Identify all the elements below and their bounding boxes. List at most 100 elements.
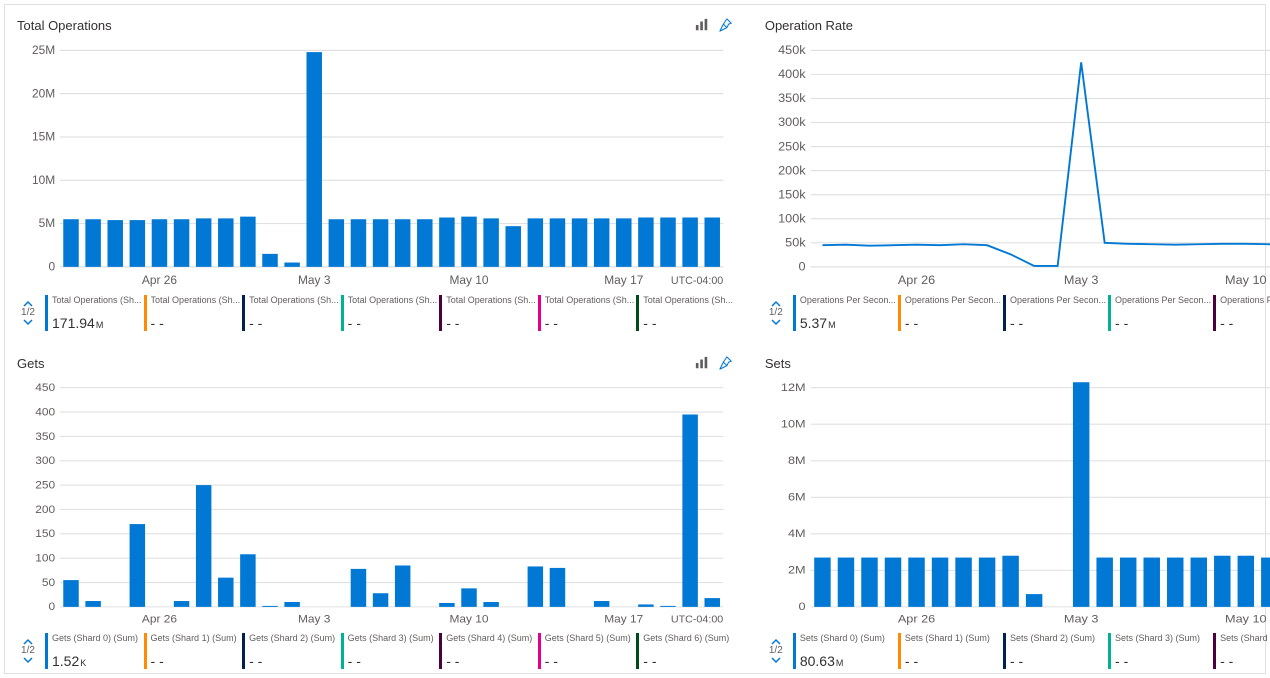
pin-button[interactable] — [719, 356, 733, 370]
svg-text:Apr 26: Apr 26 — [142, 614, 177, 626]
legend-item[interactable]: Total Operations (Sh... - - — [439, 295, 536, 331]
legend-value: - - — [249, 315, 339, 331]
view-chart-button[interactable] — [695, 18, 709, 32]
pin-button[interactable] — [719, 18, 733, 32]
svg-text:0: 0 — [798, 260, 805, 274]
legend-item[interactable]: Operations Per Secon... 5.37M — [793, 295, 896, 331]
chart-area[interactable]: 050k100k150k200k250k300k350k400k450kApr … — [765, 43, 1270, 289]
legend-value: - - — [545, 653, 635, 669]
panel-header: Total Operations — [17, 15, 733, 35]
svg-text:Apr 26: Apr 26 — [142, 273, 177, 287]
legend-value: - - — [545, 315, 635, 331]
legend-item[interactable]: Gets (Shard 4) (Sum) - - — [439, 633, 536, 669]
legend-item[interactable]: Gets (Shard 1) (Sum) - - — [144, 633, 241, 669]
legend-item[interactable]: Gets (Shard 3) (Sum) - - — [341, 633, 438, 669]
legend-label: Total Operations (Sh... — [446, 295, 536, 305]
chevron-down-icon[interactable] — [771, 656, 781, 664]
legend-value: - - — [905, 653, 1001, 669]
legend-label: Gets (Shard 1) (Sum) — [151, 633, 241, 643]
legend-item[interactable]: Gets (Shard 2) (Sum) - - — [242, 633, 339, 669]
legend-item[interactable]: Sets (Shard 4) (Sum) - - — [1213, 633, 1270, 669]
legend-item[interactable]: Total Operations (Sh... - - — [144, 295, 241, 331]
legend-value: - - — [348, 315, 438, 331]
svg-text:150k: 150k — [778, 188, 806, 202]
svg-text:15M: 15M — [32, 129, 55, 143]
svg-text:100k: 100k — [778, 212, 806, 226]
svg-text:UTC-04:00: UTC-04:00 — [671, 275, 723, 287]
legend-item[interactable]: Operations Per Secon... - - — [1108, 295, 1211, 331]
panel-total-operations: Total Operations 05M10M15M20M25MApr 26Ma… — [5, 5, 745, 335]
svg-text:0: 0 — [798, 600, 805, 613]
svg-text:6M: 6M — [788, 490, 806, 503]
legend-label: Total Operations (Sh... — [249, 295, 339, 305]
svg-text:350k: 350k — [778, 91, 806, 105]
chevron-down-icon[interactable] — [771, 318, 781, 326]
svg-text:10M: 10M — [32, 173, 55, 187]
legend-item[interactable]: Total Operations (Sh... - - — [538, 295, 635, 331]
dashboard-grid: Total Operations 05M10M15M20M25MApr 26Ma… — [4, 4, 1266, 674]
legend-item[interactable]: Sets (Shard 2) (Sum) - - — [1003, 633, 1106, 669]
legend-row: 1/2 Sets (Shard 0) (Sum) 80.63M Sets (Sh… — [765, 633, 1270, 669]
legend-label: Gets (Shard 5) (Sum) — [545, 633, 635, 643]
legend-label: Operations Per Secon... — [800, 295, 896, 305]
svg-text:May 10: May 10 — [1225, 612, 1267, 625]
svg-text:May 17: May 17 — [604, 614, 643, 626]
legend-item[interactable]: Operations Per Secon... - - — [898, 295, 1001, 331]
legend-item[interactable]: Total Operations (Sh... - - — [341, 295, 438, 331]
legend-row: 1/2 Operations Per Secon... 5.37M Operat… — [765, 295, 1270, 331]
legend-item[interactable]: Gets (Shard 0) (Sum) 1.52K — [45, 633, 142, 669]
legend-label: Operations Per Secon... — [1220, 295, 1270, 305]
svg-text:4M: 4M — [788, 527, 806, 540]
legend-label: Total Operations (Sh... — [643, 295, 733, 305]
svg-text:300k: 300k — [778, 115, 806, 129]
legend-item[interactable]: Operations Per Secon... - - — [1213, 295, 1270, 331]
chart-area[interactable]: 02M4M6M8M10M12MApr 26May 3May 10May 17UT… — [765, 381, 1270, 627]
chart-area[interactable]: 050100150200250300350400450Apr 26May 3Ma… — [17, 381, 733, 627]
svg-text:200k: 200k — [778, 164, 806, 178]
legend-label: Total Operations (Sh... — [52, 295, 142, 305]
legend-pager: 1/2 — [765, 295, 787, 331]
legend-value: - - — [446, 653, 536, 669]
svg-text:2M: 2M — [788, 563, 806, 576]
legend-item[interactable]: Sets (Shard 0) (Sum) 80.63M — [793, 633, 896, 669]
legend-item[interactable]: Total Operations (Sh... 171.94M — [45, 295, 142, 331]
svg-text:25M: 25M — [32, 43, 55, 57]
legend-item[interactable]: Total Operations (Sh... - - — [242, 295, 339, 331]
svg-text:Apr 26: Apr 26 — [898, 273, 935, 287]
panel-title: Sets — [765, 356, 791, 371]
svg-text:100: 100 — [35, 553, 55, 565]
legend-label: Gets (Shard 6) (Sum) — [643, 633, 733, 643]
view-chart-button[interactable] — [695, 356, 709, 370]
legend-value: - - — [1220, 653, 1270, 669]
legend-item[interactable]: Sets (Shard 1) (Sum) - - — [898, 633, 1001, 669]
legend-value: - - — [1220, 315, 1270, 331]
legend-value: 5.37M — [800, 315, 896, 331]
legend-item[interactable]: Gets (Shard 6) (Sum) - - — [636, 633, 733, 669]
legend-label: Operations Per Secon... — [1010, 295, 1106, 305]
panel-actions — [695, 18, 733, 32]
legend-item[interactable]: Total Operations (Sh... - - — [636, 295, 733, 331]
svg-text:12M: 12M — [781, 381, 806, 394]
svg-text:10M: 10M — [781, 417, 806, 430]
svg-text:50k: 50k — [785, 236, 806, 250]
svg-text:200: 200 — [35, 504, 55, 516]
chart-area[interactable]: 05M10M15M20M25MApr 26May 3May 10May 17UT… — [17, 43, 733, 289]
chevron-down-icon[interactable] — [23, 656, 33, 664]
legend-value: 171.94M — [52, 315, 142, 331]
chart-gets: 050100150200250300350400450Apr 26May 3Ma… — [17, 381, 733, 627]
legend-item[interactable]: Operations Per Secon... - - — [1003, 295, 1106, 331]
legend-label: Total Operations (Sh... — [151, 295, 241, 305]
chevron-down-icon[interactable] — [23, 318, 33, 326]
legend-value: - - — [1115, 315, 1211, 331]
svg-text:0: 0 — [49, 602, 56, 614]
legend-value: - - — [643, 653, 733, 669]
legend-item[interactable]: Gets (Shard 5) (Sum) - - — [538, 633, 635, 669]
svg-text:300: 300 — [35, 455, 55, 467]
svg-text:350: 350 — [35, 431, 55, 443]
panel-title: Gets — [17, 356, 44, 371]
legend-label: Gets (Shard 0) (Sum) — [52, 633, 142, 643]
svg-text:450: 450 — [35, 382, 55, 394]
pager-label: 1/2 — [21, 646, 35, 656]
legend-item[interactable]: Sets (Shard 3) (Sum) - - — [1108, 633, 1211, 669]
legend-items: Total Operations (Sh... 171.94M Total Op… — [45, 295, 733, 331]
